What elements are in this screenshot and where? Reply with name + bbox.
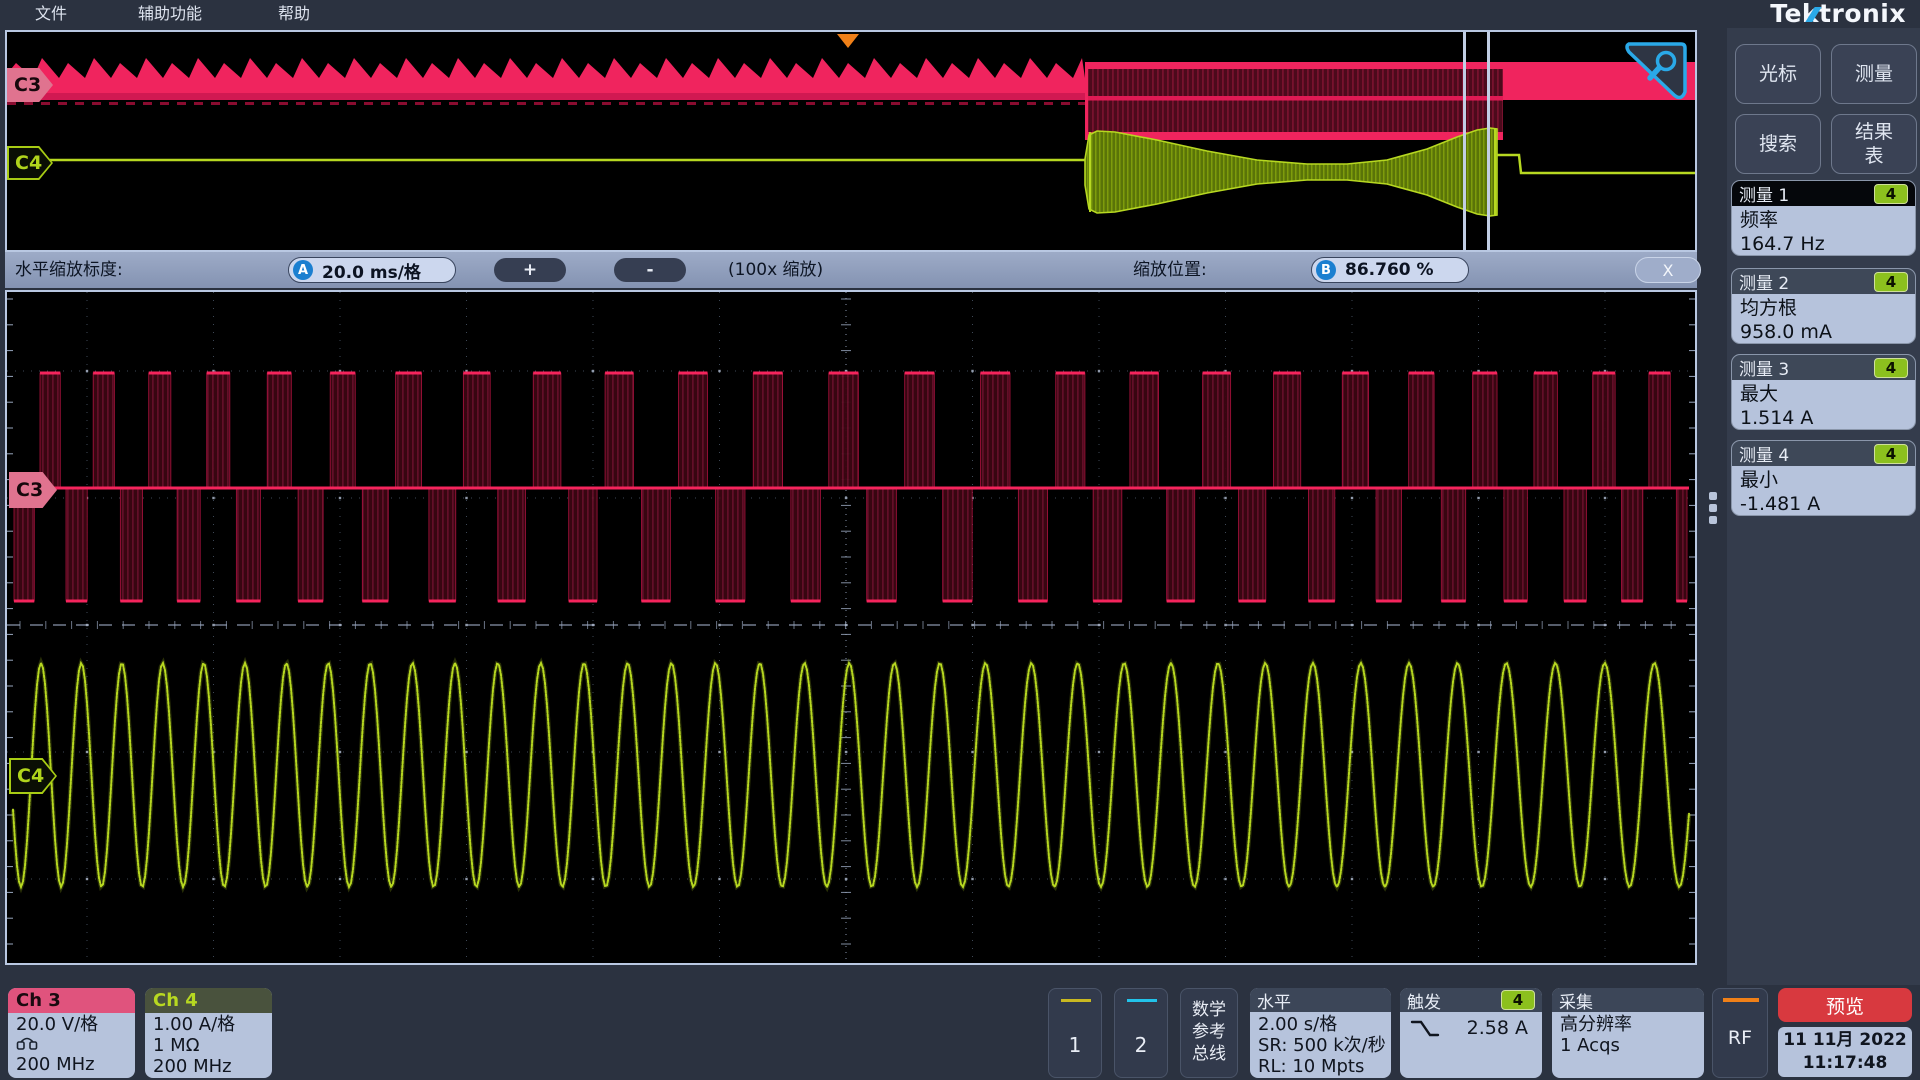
right-sidebar: 光标 测量 搜索 结果表 测量 1 4 频率 164.7 Hz 测量 2 4 均…	[1727, 28, 1920, 985]
channel4-badge[interactable]: Ch 4 1.00 A/格 1 MΩ 200 MHz	[145, 988, 272, 1078]
measurement-value: 958.0 mA	[1740, 320, 1915, 344]
channel4-name: Ch 4	[145, 988, 272, 1013]
preview-status-button[interactable]: 预览	[1778, 988, 1912, 1022]
waveform-2-button[interactable]: 2	[1114, 988, 1168, 1078]
main-waveform-canvas[interactable]	[7, 292, 1695, 963]
zoom-in-button[interactable]: +	[494, 258, 566, 282]
acquisition-title: 采集	[1559, 988, 1593, 1013]
main-waveform-view[interactable]: C3 C4	[5, 290, 1697, 965]
sample-rate: SR: 500 k次/秒	[1258, 1035, 1391, 1056]
overview-waveform-canvas[interactable]	[7, 32, 1695, 250]
zoom-scale-label: 水平缩放标度:	[15, 252, 123, 288]
oscilloscope-screen: 文件 辅助功能 帮助 Tektronix C3 C4 水平缩放标度: A 20.…	[0, 0, 1920, 1080]
results-table-button[interactable]: 结果表	[1831, 114, 1917, 174]
probe-icon	[16, 1035, 135, 1054]
measurement-value: 164.7 Hz	[1740, 232, 1915, 256]
zoom-position-label: 缩放位置:	[1133, 252, 1207, 288]
horizontal-scale: 2.00 s/格	[1258, 1014, 1391, 1035]
measurement-card-4[interactable]: 测量 4 4 最小 -1.481 A	[1731, 440, 1916, 516]
measurement-title: 测量 3	[1739, 355, 1789, 380]
zoom-close-button[interactable]: X	[1635, 257, 1701, 283]
falling-edge-icon	[1410, 1019, 1440, 1039]
results-drawer-handle[interactable]	[1709, 492, 1717, 528]
menu-bar: 文件 辅助功能 帮助 Tektronix	[0, 0, 1920, 28]
channel3-scale: 20.0 V/格	[16, 1014, 135, 1035]
waveform-overview-panel[interactable]: C3 C4	[5, 30, 1697, 252]
zoom-position-control[interactable]: B 86.760 %	[1311, 257, 1469, 283]
multipurpose-a-badge: A	[293, 260, 313, 280]
measurement-title: 测量 4	[1739, 441, 1789, 466]
magnifier-zoom-icon[interactable]	[1623, 40, 1689, 106]
trigger-position-marker-icon[interactable]	[837, 34, 859, 48]
horizontal-zoom-bar: 水平缩放标度: A 20.0 ms/格 + - (100x 缩放) 缩放位置: …	[5, 252, 1697, 288]
channel4-impedance: 1 MΩ	[153, 1035, 272, 1056]
zoom-out-button[interactable]: -	[614, 258, 686, 282]
acquisition-count: 1 Acqs	[1560, 1035, 1704, 1056]
measurement-value: 1.514 A	[1740, 406, 1915, 430]
rf-button[interactable]: RF	[1712, 988, 1768, 1078]
source-channel-badge: 4	[1874, 444, 1908, 464]
channel4-scale: 1.00 A/格	[153, 1014, 272, 1035]
bottom-settings-bar: Ch 3 20.0 V/格 200 MHz Ch 4 1.00 A/格 1 MΩ…	[0, 985, 1920, 1080]
measurement-card-1[interactable]: 测量 1 4 频率 164.7 Hz	[1731, 180, 1916, 256]
channel3-bandwidth: 200 MHz	[16, 1054, 135, 1075]
zoom-scale-value: 20.0 ms/格	[322, 258, 421, 283]
trigger-title: 触发	[1407, 988, 1441, 1013]
channel3-badge[interactable]: Ch 3 20.0 V/格 200 MHz	[8, 988, 135, 1078]
measurement-title: 测量 1	[1739, 181, 1789, 206]
channel4-bandwidth: 200 MHz	[153, 1056, 272, 1077]
source-channel-badge: 4	[1874, 184, 1908, 204]
source-channel-badge: 4	[1874, 272, 1908, 292]
horizontal-title: 水平	[1257, 988, 1291, 1013]
cursors-button[interactable]: 光标	[1735, 44, 1821, 104]
record-length: RL: 10 Mpts	[1258, 1056, 1391, 1077]
trigger-source-badge: 4	[1501, 990, 1535, 1010]
channel3-name: Ch 3	[8, 988, 135, 1013]
measurement-type: 最大	[1740, 382, 1915, 406]
horizontal-settings-badge[interactable]: 水平 2.00 s/格 SR: 500 k次/秒 RL: 10 Mpts	[1250, 988, 1391, 1078]
rf-color-line	[1723, 998, 1759, 1002]
zoom-position-value: 86.760 %	[1345, 260, 1434, 280]
measurement-value: -1.481 A	[1740, 492, 1915, 516]
search-button[interactable]: 搜索	[1735, 114, 1821, 174]
date-text: 11 11月 2022	[1778, 1029, 1912, 1052]
time-text: 11:17:48	[1778, 1052, 1912, 1075]
trigger-settings-badge[interactable]: 触发 4 2.58 A	[1400, 988, 1542, 1078]
measurement-type: 均方根	[1740, 296, 1915, 320]
acquisition-settings-badge[interactable]: 采集 高分辨率 1 Acqs	[1552, 988, 1704, 1078]
source-channel-badge: 4	[1874, 358, 1908, 378]
math-ref-bus-button[interactable]: 数学参考总线	[1180, 988, 1238, 1078]
zoom-scale-control[interactable]: A 20.0 ms/格	[288, 257, 456, 283]
waveform-1-button[interactable]: 1	[1048, 988, 1102, 1078]
zoom-window-left-edge[interactable]	[1463, 32, 1466, 250]
measurement-card-2[interactable]: 测量 2 4 均方根 958.0 mA	[1731, 268, 1916, 344]
measurement-card-3[interactable]: 测量 3 4 最大 1.514 A	[1731, 354, 1916, 430]
waveform-1-color-line	[1061, 999, 1091, 1002]
zoom-window-right-edge[interactable]	[1487, 32, 1490, 250]
menu-help[interactable]: 帮助	[278, 0, 310, 28]
multipurpose-b-badge: B	[1316, 260, 1336, 280]
tektronix-logo: Tektronix	[1770, 0, 1906, 29]
measure-button[interactable]: 测量	[1831, 44, 1917, 104]
measurement-title: 测量 2	[1739, 269, 1789, 294]
measurement-type: 频率	[1740, 208, 1915, 232]
datetime-display[interactable]: 11 11月 2022 11:17:48	[1778, 1027, 1912, 1077]
menu-file[interactable]: 文件	[35, 0, 67, 28]
acquisition-mode: 高分辨率	[1560, 1014, 1704, 1035]
menu-utility[interactable]: 辅助功能	[138, 0, 202, 28]
waveform-2-color-line	[1127, 999, 1157, 1002]
zoom-factor-readout: (100x 缩放)	[728, 252, 823, 288]
trigger-level: 2.58 A	[1467, 1018, 1528, 1039]
measurement-type: 最小	[1740, 468, 1915, 492]
